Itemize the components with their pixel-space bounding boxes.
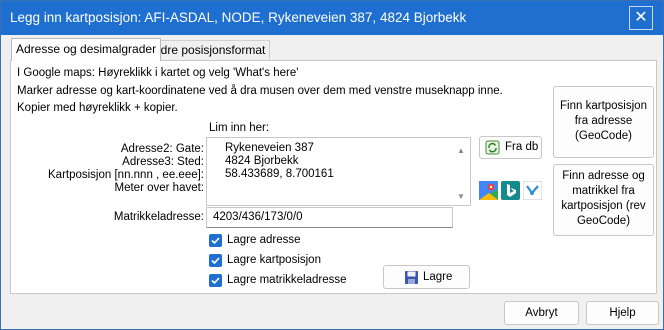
input-heading: Lim inn her: xyxy=(209,122,270,134)
save-icon xyxy=(405,271,418,284)
lagre-label: Lagre xyxy=(423,271,453,283)
checkbox-label-adresse: Lagre adresse xyxy=(227,234,301,246)
paste-line-1: Rykeneveien 387 xyxy=(225,142,314,154)
label-matrikkel: Matrikkeladresse: xyxy=(113,211,204,223)
fra-db-label: Fra db xyxy=(505,141,539,153)
label-adresse3: Adresse3: Sted: xyxy=(122,156,204,168)
map-tool-icon[interactable] xyxy=(522,180,543,201)
checkbox-lagre-matrikkeladresse[interactable] xyxy=(209,274,222,287)
title-bar[interactable]: Legg inn kartposisjon: AFI-ASDAL, NODE, … xyxy=(1,1,663,35)
matrikkel-input[interactable]: 4203/436/173/0/0 xyxy=(206,207,453,228)
check-icon xyxy=(211,277,220,285)
paste-line-2: 4824 Bjorbekk xyxy=(225,155,299,167)
rev-geocode-button[interactable]: Finn adresse og matrikkel fra kartposisj… xyxy=(553,164,654,236)
fra-db-button[interactable]: Fra db xyxy=(479,136,542,159)
window-title: Legg inn kartposisjon: AFI-ASDAL, NODE, … xyxy=(10,10,467,25)
tab-adresse-desimalgrader[interactable]: Adresse og desimalgrader xyxy=(11,38,162,61)
refresh-db-icon xyxy=(485,140,500,155)
check-icon xyxy=(211,237,220,245)
geocode-button[interactable]: Finn kartposisjon fra adresse (GeoCode) xyxy=(553,86,654,158)
checkbox-lagre-kartposisjon[interactable] xyxy=(209,254,222,267)
dialog-window: Legg inn kartposisjon: AFI-ASDAL, NODE, … xyxy=(0,0,664,330)
paste-textarea[interactable]: Rykeneveien 387 4824 Bjorbekk 58.433689,… xyxy=(206,137,471,206)
paste-line-3: 58.433689, 8.700161 xyxy=(225,168,334,180)
label-kartposisjon: Kartposisjon [nn.nnn , ee.eee]: xyxy=(48,169,204,181)
scroll-down-icon[interactable]: ▼ xyxy=(457,192,465,201)
textarea-scrollbar[interactable]: ▲ ▼ xyxy=(453,138,470,205)
lagre-button[interactable]: Lagre xyxy=(383,265,470,289)
google-maps-icon[interactable] xyxy=(479,181,498,200)
hjelp-button[interactable]: Hjelp xyxy=(586,301,659,325)
bing-icon[interactable] xyxy=(501,181,520,200)
instruction-line-2: Marker adresse og kart-koordinatene ved … xyxy=(17,85,503,97)
instruction-line-1: I Google maps: Høyreklikk i kartet og ve… xyxy=(17,67,299,79)
avbryt-button[interactable]: Avbryt xyxy=(504,301,579,325)
check-icon xyxy=(211,257,220,265)
instruction-line-3: Kopier med høyreklikk + kopier. xyxy=(17,102,178,114)
checkbox-label-kartposisjon: Lagre kartposisjon xyxy=(227,254,321,266)
label-adresse2: Adresse2: Gate: xyxy=(120,143,204,155)
label-meter: Meter over havet: xyxy=(114,182,204,194)
checkbox-lagre-adresse[interactable] xyxy=(209,234,222,247)
close-button[interactable]: ✕ xyxy=(629,6,653,30)
scroll-up-icon[interactable]: ▲ xyxy=(457,146,465,155)
checkbox-label-matrikkeladresse: Lagre matrikkeladresse xyxy=(227,274,347,286)
matrikkel-value: 4203/436/173/0/0 xyxy=(213,211,303,223)
